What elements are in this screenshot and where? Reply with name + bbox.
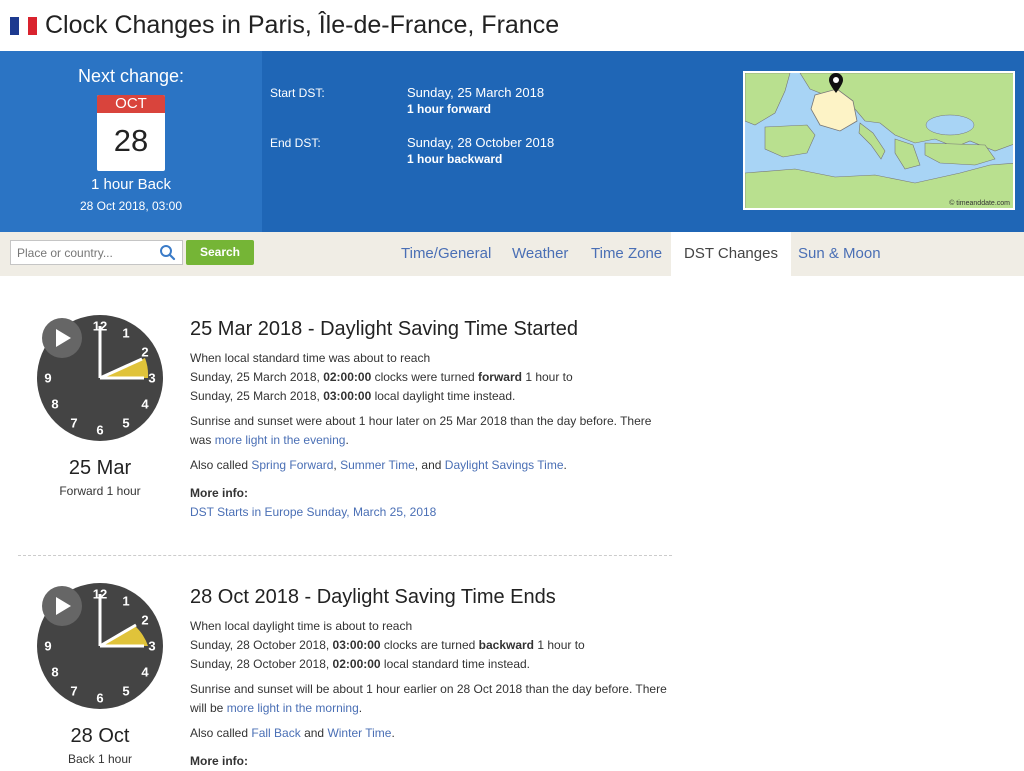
clock-number: 5 [122,416,129,431]
clock-number: 2 [141,345,148,360]
search-button[interactable]: Search [186,240,254,265]
start-dst-note: 1 hour forward [407,102,492,116]
europe-map-graphic [745,73,1013,208]
next-change-datetime: 28 Oct 2018, 03:00 [79,199,183,213]
more-light-link[interactable]: more light in the morning [227,701,359,715]
end-dst-value: Sunday, 28 October 2018 1 hour backward [407,135,554,166]
search-box [10,240,183,265]
end-dst-label: End DST: [270,136,321,150]
tab-sun-moon[interactable]: Sun & Moon [785,232,894,276]
next-change-desc: 1 hour Back [90,176,172,193]
clock-number: 8 [51,665,58,680]
clock-number: 2 [141,613,148,628]
daylight-savings-time-link[interactable]: Daylight Savings Time [445,458,564,472]
next-change-heading: Next change: [77,66,185,86]
clock-number: 7 [70,416,77,431]
event-title: 25 Mar 2018 - Daylight Saving Time Start… [190,318,578,340]
spring-forward-link[interactable]: Spring Forward [251,458,333,472]
clock-number: 3 [148,371,155,386]
search-input[interactable] [11,241,151,264]
start-dst-value: Sunday, 25 March 2018 1 hour forward [407,85,544,116]
more-info-label: More info: [190,486,248,500]
search-icon[interactable] [159,244,176,261]
event-paragraph-sun: Sunrise and sunset will be about 1 hour … [190,682,667,715]
tab-dst-changes[interactable]: DST Changes [671,232,791,276]
clock-number: 3 [148,639,155,654]
calendar-month: OCT [97,95,165,113]
clock-date: 28 Oct [70,725,130,747]
page-title: Clock Changes in Paris, Île-de-France, F… [45,11,560,39]
tab-time-general[interactable]: Time/General [388,232,504,276]
start-dst-label: Start DST: [270,86,325,100]
end-dst-date: Sunday, 28 October 2018 [407,135,555,150]
event-body: 25 Mar 2018 - Daylight Saving Time Start… [190,318,670,519]
clock-number: 4 [141,397,149,412]
more-light-link[interactable]: more light in the evening [215,433,346,447]
event-title: 28 Oct 2018 - Daylight Saving Time Ends [190,586,556,608]
clock-number: 1 [122,326,129,341]
summer-time-link[interactable]: Summer Time [340,458,415,472]
clock-sub: Back 1 hour [67,752,133,766]
event-paragraph-aliases: Also called Spring Forward, Summer Time,… [190,458,567,472]
event-body: 28 Oct 2018 - Daylight Saving Time Ends … [190,586,670,768]
event-paragraph-change: When local standard time was about to re… [190,351,573,403]
more-info-label: More info: [190,754,248,768]
tab-weather[interactable]: Weather [499,232,581,276]
end-dst-note: 1 hour backward [407,152,503,166]
clock-number: 8 [51,397,58,412]
clock-number: 6 [96,691,103,706]
start-dst-date: Sunday, 25 March 2018 [407,85,545,100]
calendar-day: 28 [113,123,149,158]
clock-date: 25 Mar [68,457,132,479]
fall-back-link[interactable]: Fall Back [251,726,300,740]
title-bar: Clock Changes in Paris, Île-de-France, F… [0,0,1024,51]
event-paragraph-sun: Sunrise and sunset were about 1 hour lat… [190,414,652,447]
map-credit: © timeanddate.com [949,200,1010,207]
event-paragraph-aliases: Also called Fall Back and Winter Time. [190,726,395,740]
tab-time-zone[interactable]: Time Zone [578,232,675,276]
winter-time-link[interactable]: Winter Time [327,726,391,740]
clock-number: 5 [122,684,129,699]
calendar-icon: OCT 28 [97,95,165,171]
more-info-link[interactable]: DST Starts in Europe Sunday, March 25, 2… [190,505,670,519]
location-map[interactable]: © timeanddate.com [743,71,1015,210]
clock-number: 4 [141,665,149,680]
clock-number: 9 [44,639,51,654]
clock-number: 6 [96,423,103,438]
divider [18,555,672,556]
clock-animation-icon[interactable]: 12123456789 [36,314,164,442]
clock-number: 7 [70,684,77,699]
france-flag-icon [10,16,37,35]
clock-animation-icon[interactable]: 12123456789 [36,582,164,710]
clock-number: 9 [44,371,51,386]
clock-number: 1 [122,594,129,609]
event-paragraph-change: When local daylight time is about to rea… [190,619,585,671]
next-change-panel: Next change: OCT 28 1 hour Back 28 Oct 2… [0,51,262,232]
clock-panel: 12123456789 25 Mar Forward 1 hour [36,314,164,498]
clock-panel: 12123456789 28 Oct Back 1 hour [36,582,164,766]
clock-sub: Forward 1 hour [59,484,141,498]
nav-bar: Search Time/General Weather Time Zone DS… [0,232,1024,276]
dst-banner: Next change: OCT 28 1 hour Back 28 Oct 2… [0,51,1024,232]
